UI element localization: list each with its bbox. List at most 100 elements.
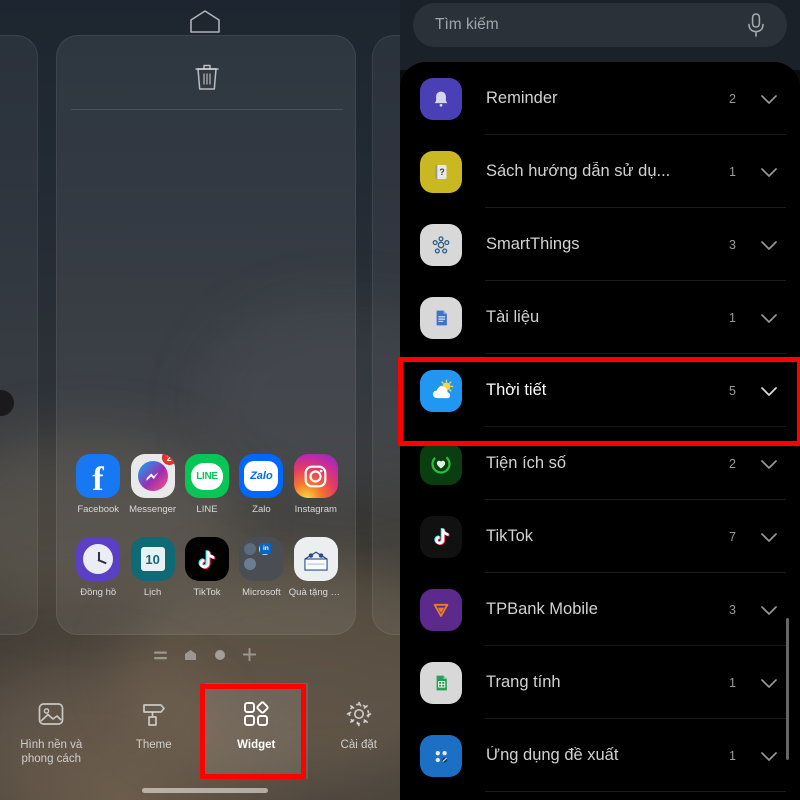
page-indicator-row	[0, 647, 410, 666]
app-instagram[interactable]: Instagram	[289, 454, 343, 515]
widget-row-sheets[interactable]: Trang tính 1	[400, 646, 800, 719]
toolbar-item-settings[interactable]: Cài đặt	[308, 683, 411, 779]
toolbar-item-wallpaper[interactable]: Hình nền và phong cách	[0, 683, 103, 779]
chevron-down-icon[interactable]	[758, 526, 780, 548]
widget-row-label: Tiện ích số	[486, 454, 567, 472]
instagram-icon	[293, 454, 338, 498]
app-label: TikTok	[193, 587, 221, 598]
paint-roller-icon	[139, 699, 169, 729]
widget-row-count: 3	[729, 237, 736, 252]
widget-row-count: 3	[729, 602, 736, 617]
toolbar-item-theme[interactable]: Theme	[103, 683, 206, 779]
tiktok-icon	[420, 515, 462, 558]
widget-row-weather[interactable]: Thời tiết 5	[400, 354, 800, 427]
list-scrollbar[interactable]	[786, 618, 789, 760]
galaxy-gift-icon	[293, 537, 338, 581]
widget-row-label: Reminder	[486, 89, 558, 107]
widget-row-label: SmartThings	[486, 235, 580, 253]
google-docs-icon	[420, 296, 462, 339]
widget-row-tpbank[interactable]: TPBank Mobile 3	[400, 573, 800, 646]
svg-text:?: ?	[439, 166, 444, 176]
app-label: Quà tặng Gal...	[288, 587, 343, 598]
home-outline-icon[interactable]	[186, 8, 224, 34]
app-label: Lịch	[143, 587, 162, 598]
widget-row-smartthings[interactable]: SmartThings 3	[400, 208, 800, 281]
chevron-down-icon[interactable]	[758, 161, 780, 183]
list-icon[interactable]	[154, 648, 167, 666]
app-zalo[interactable]: Zalo Zalo	[234, 454, 288, 515]
chevron-down-icon[interactable]	[758, 453, 780, 475]
tiktok-icon	[184, 537, 229, 581]
widget-row-user-manual[interactable]: ? Sách hướng dẫn sử dụ... 1	[400, 135, 800, 208]
line-icon: LINE	[184, 454, 229, 498]
app-microsoft-folder[interactable]: in Microsoft	[234, 537, 288, 598]
widget-row-label: Thời tiết	[486, 381, 547, 399]
notification-badge: 2	[161, 454, 175, 465]
screenshot-root: f Facebook 2 Messenger LINE LINE Zalo Za…	[0, 0, 800, 800]
widget-row-count: 1	[729, 748, 736, 763]
widget-row-count: 1	[729, 310, 736, 325]
zalo-icon: Zalo	[239, 454, 284, 498]
home-page-card-current[interactable]: f Facebook 2 Messenger LINE LINE Zalo Za…	[56, 35, 356, 635]
widget-row-label: Sách hướng dẫn sử dụ...	[486, 162, 671, 180]
app-label: LINE	[196, 504, 218, 515]
toolbar-item-widget[interactable]: Widget	[205, 683, 308, 779]
app-clock[interactable]: Đồng hồ	[71, 537, 125, 598]
app-tiktok[interactable]: TikTok	[180, 537, 234, 598]
gesture-navigation-bar[interactable]	[142, 788, 268, 793]
chevron-down-icon[interactable]	[758, 88, 780, 110]
app-facebook[interactable]: f Facebook	[71, 454, 125, 515]
widget-row-count: 2	[729, 91, 736, 106]
trash-icon[interactable]	[194, 62, 220, 92]
gear-icon	[344, 699, 374, 729]
chevron-down-icon[interactable]	[758, 234, 780, 256]
home-screen-edit-mode: f Facebook 2 Messenger LINE LINE Zalo Za…	[0, 0, 410, 800]
app-label: Facebook	[77, 504, 120, 515]
svg-text:f: f	[93, 461, 105, 498]
tpbank-icon	[420, 588, 462, 631]
search-input[interactable]: Tìm kiếm	[413, 16, 745, 34]
chevron-down-icon[interactable]	[758, 380, 780, 402]
widget-row-suggested-apps[interactable]: Ứng dụng đề xuất 1	[400, 719, 800, 792]
widget-picker-panel: Tìm kiếm Reminder 2 ? Sách hướng dẫn sử …	[400, 0, 800, 800]
plus-icon[interactable]	[242, 647, 257, 666]
widget-list-sheet: Reminder 2 ? Sách hướng dẫn sử dụ... 1 S…	[400, 62, 800, 800]
widget-row-count: 2	[729, 456, 736, 471]
card-divider	[71, 109, 343, 110]
chevron-down-icon[interactable]	[758, 672, 780, 694]
app-galaxy-gift[interactable]: Quà tặng Gal...	[289, 537, 343, 598]
widget-row-tiktok[interactable]: TikTok 7	[400, 500, 800, 573]
toolbar-item-label: Cài đặt	[340, 739, 377, 751]
widget-row-label: Tài liệu	[486, 308, 540, 326]
app-line[interactable]: LINE LINE	[180, 454, 234, 515]
samsung-health-icon	[420, 442, 462, 485]
widget-row-docs[interactable]: Tài liệu 1	[400, 281, 800, 354]
home-page-card-previous[interactable]	[0, 35, 38, 635]
search-bar[interactable]: Tìm kiếm	[413, 3, 787, 47]
microsoft-folder-icon: in	[239, 537, 284, 581]
home-app-grid: f Facebook 2 Messenger LINE LINE Zalo Za…	[71, 454, 343, 598]
chevron-down-icon[interactable]	[758, 599, 780, 621]
widget-row-count: 5	[729, 383, 736, 398]
chevron-down-icon[interactable]	[758, 307, 780, 329]
widget-row-label: Trang tính	[486, 673, 561, 691]
app-messenger[interactable]: 2 Messenger	[125, 454, 179, 515]
widget-row-label: TPBank Mobile	[486, 600, 598, 618]
app-calendar[interactable]: 10 Lịch	[125, 537, 179, 598]
home-filled-icon[interactable]	[184, 648, 197, 666]
widget-row-samsung-health[interactable]: Tiện ích số 2	[400, 427, 800, 500]
clock-icon	[76, 537, 121, 581]
suggested-apps-icon	[420, 734, 462, 777]
toolbar-item-label: Hình nền và phong cách	[20, 739, 83, 765]
weather-icon	[420, 369, 462, 412]
dot-icon[interactable]	[214, 648, 226, 666]
widget-row-label: TikTok	[486, 527, 534, 545]
google-sheets-icon	[420, 661, 462, 704]
chevron-down-icon[interactable]	[758, 745, 780, 767]
wallpaper-icon	[36, 699, 66, 729]
toolbar-item-label: Widget	[237, 739, 276, 751]
widget-row-count: 1	[729, 675, 736, 690]
row-separator	[485, 791, 786, 792]
widget-row-reminder[interactable]: Reminder 2	[400, 62, 800, 135]
microphone-icon[interactable]	[745, 12, 767, 38]
